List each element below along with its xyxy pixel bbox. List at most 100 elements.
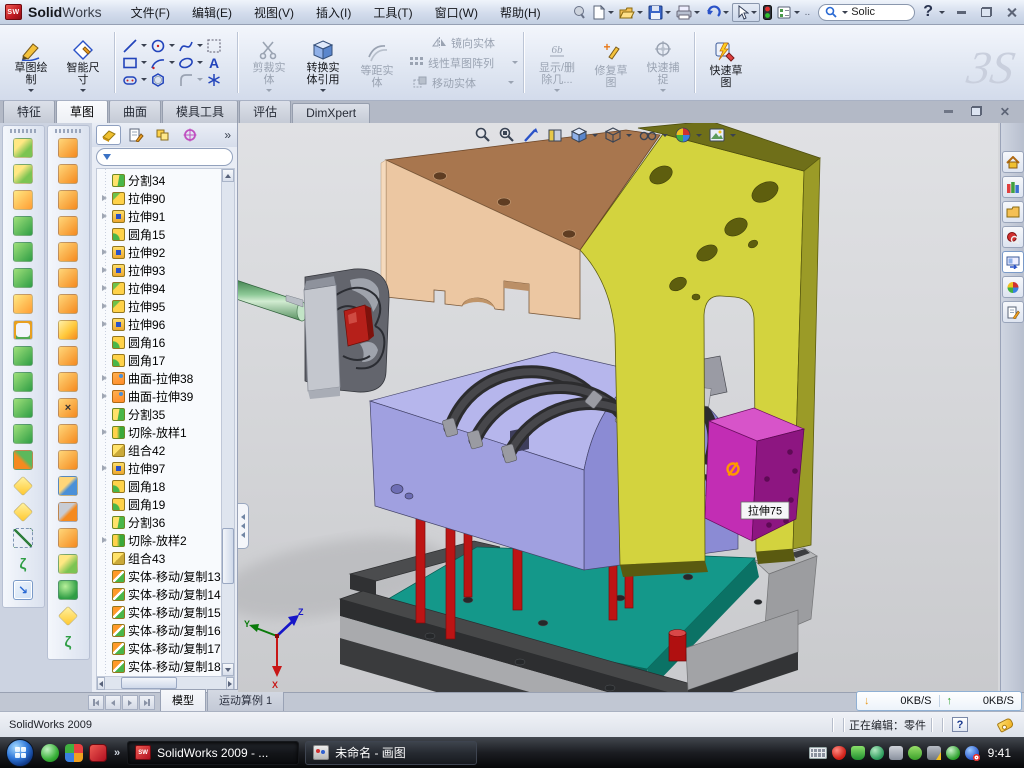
- tree-item[interactable]: 切除-放样1: [99, 423, 221, 441]
- first-tab-button[interactable]: [88, 695, 104, 710]
- sketch-text-tool[interactable]: A: [204, 55, 232, 71]
- display-delete-relations-button[interactable]: 6b 显示/删 除几...: [529, 33, 585, 92]
- configurationmanager-tab[interactable]: [150, 125, 175, 145]
- custom-properties-tab[interactable]: [1002, 301, 1024, 323]
- menu-item[interactable]: 文件(F): [120, 1, 181, 24]
- dome-icon[interactable]: [58, 580, 78, 600]
- spline-tool-icon[interactable]: [13, 554, 33, 574]
- filled-surface-icon[interactable]: [58, 216, 78, 236]
- scroll-down-arrow[interactable]: [222, 663, 234, 676]
- repair-sketch-button[interactable]: + 修复草 图: [585, 36, 637, 90]
- propertymanager-tab[interactable]: [123, 125, 148, 145]
- scale-2-icon[interactable]: [13, 502, 33, 522]
- next-tab-button[interactable]: [122, 695, 138, 710]
- part-locating-pin[interactable]: [669, 630, 686, 662]
- ribbon-tab-评估[interactable]: 评估: [239, 100, 291, 123]
- trim-entities-button[interactable]: 剪裁实 体: [243, 33, 295, 92]
- bend-surface-icon[interactable]: [58, 372, 78, 392]
- core-icon[interactable]: [13, 216, 33, 236]
- tree-item[interactable]: 圆角19: [99, 495, 221, 513]
- help-dropdown[interactable]: [939, 11, 945, 14]
- doc-restore-button[interactable]: [968, 104, 984, 118]
- doc-tab-运动算例 1[interactable]: 运动算例 1: [207, 689, 284, 711]
- tree-item[interactable]: 组合42: [99, 441, 221, 459]
- taskbar-clock[interactable]: 9:41: [988, 746, 1011, 760]
- input-method-icon[interactable]: [809, 747, 827, 759]
- line-tool[interactable]: [120, 38, 148, 54]
- tree-item[interactable]: 实体-移动/复制15: [99, 603, 221, 621]
- tree-item[interactable]: 切除-放样2: [99, 531, 221, 549]
- toolbar-grip[interactable]: [55, 129, 83, 133]
- expand-arrow-icon[interactable]: [101, 284, 109, 293]
- tree-item[interactable]: 拉伸93: [99, 261, 221, 279]
- tree-item[interactable]: 实体-移动/复制14: [99, 585, 221, 603]
- solidworks-quick-icon[interactable]: [89, 744, 107, 762]
- insert-fold-icon[interactable]: [58, 138, 78, 158]
- linear-pattern-button[interactable]: 线性草图阵列: [409, 55, 518, 71]
- toolbar-grip[interactable]: [10, 129, 38, 133]
- doc-minimize-button[interactable]: [940, 104, 956, 118]
- tree-item[interactable]: 拉伸90: [99, 189, 221, 207]
- pattern-dots-icon[interactable]: [13, 320, 33, 340]
- scroll-thumb[interactable]: [222, 528, 234, 584]
- convert-entities-button[interactable]: 转换实 体引用: [295, 33, 351, 92]
- mirror-entities-button[interactable]: 镜向实体: [432, 35, 495, 51]
- expand-arrow-icon[interactable]: [101, 464, 109, 473]
- zoom-selection-icon[interactable]: [522, 126, 540, 144]
- cavity-icon[interactable]: [13, 190, 33, 210]
- tree-item[interactable]: 圆角15: [99, 225, 221, 243]
- delete-hole-icon[interactable]: [58, 398, 78, 418]
- tree-item[interactable]: 拉伸94: [99, 279, 221, 297]
- messenger-busy-icon[interactable]: [965, 746, 979, 760]
- smart-dimension-button[interactable]: 智能尺 寸: [57, 33, 109, 92]
- instant3d-icon[interactable]: [13, 580, 33, 600]
- move-surface-icon[interactable]: [58, 476, 78, 496]
- edit-appearance-icon[interactable]: [674, 126, 702, 144]
- help-button[interactable]: ?: [921, 2, 935, 22]
- restore-button[interactable]: [978, 5, 994, 19]
- expand-arrow-icon[interactable]: [101, 536, 109, 545]
- more-commands-icon[interactable]: ..: [803, 6, 813, 19]
- solidworks-search-tab[interactable]: [1002, 226, 1024, 248]
- search-input[interactable]: Solic: [818, 4, 915, 21]
- options-button[interactable]: [775, 4, 802, 21]
- tree-vertical-scrollbar[interactable]: [221, 169, 234, 676]
- trim-surface-icon[interactable]: [58, 190, 78, 210]
- network-speed-widget[interactable]: ↓ 0KB/S ↑ 0KB/S: [856, 691, 1022, 711]
- appearances-scenes-tab[interactable]: [1002, 276, 1024, 298]
- select-tool-button[interactable]: [732, 3, 760, 22]
- volume-icon[interactable]: [889, 746, 903, 760]
- tree-item[interactable]: 分割36: [99, 513, 221, 531]
- update-icon[interactable]: [870, 746, 884, 760]
- menu-item[interactable]: 视图(V): [243, 1, 305, 24]
- menu-item[interactable]: 帮助(H): [489, 1, 552, 24]
- graphics-viewport[interactable]: Y Z X 拉伸75: [238, 123, 1000, 692]
- insert-folders-icon[interactable]: [13, 138, 33, 158]
- tree-item[interactable]: 拉伸97: [99, 459, 221, 477]
- tree-item[interactable]: 实体-移动/复制13: [99, 567, 221, 585]
- dimxpertmanager-tab[interactable]: [177, 125, 202, 145]
- tree-item[interactable]: 拉伸92: [99, 243, 221, 261]
- select-region-tool[interactable]: [204, 38, 232, 54]
- prev-tab-button[interactable]: [105, 695, 121, 710]
- expand-arrow-icon[interactable]: [101, 428, 109, 437]
- minimize-button[interactable]: [953, 5, 969, 19]
- panel-collapse-handle[interactable]: [238, 503, 249, 549]
- parting-line-icon[interactable]: [13, 528, 33, 548]
- menu-item[interactable]: 插入(I): [305, 1, 362, 24]
- undo-button[interactable]: [703, 4, 731, 21]
- expand-arrow-icon[interactable]: [101, 392, 109, 401]
- launcher-color-icon[interactable]: [65, 744, 83, 762]
- offset-entities-button[interactable]: 等距实 体: [351, 36, 403, 90]
- close-button[interactable]: [1003, 5, 1019, 19]
- antivirus-shield-icon[interactable]: [851, 746, 865, 760]
- knit-surface-icon[interactable]: [58, 242, 78, 262]
- ribbon-tab-DimXpert[interactable]: DimXpert: [292, 103, 370, 123]
- view-orientation-icon[interactable]: [604, 126, 632, 144]
- file-explorer-tab[interactable]: [1002, 201, 1024, 223]
- polygon-tool[interactable]: [148, 72, 176, 88]
- security-alert-icon[interactable]: [832, 746, 846, 760]
- slot-tool[interactable]: [120, 72, 148, 88]
- tree-item[interactable]: 圆角16: [99, 333, 221, 351]
- solidworks-resources-tab[interactable]: [1002, 151, 1024, 173]
